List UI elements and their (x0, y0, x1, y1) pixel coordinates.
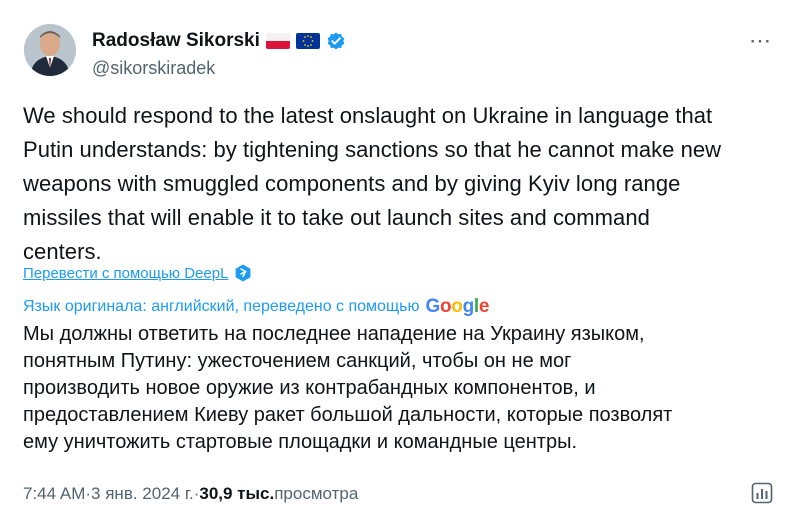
author-block: Radosław Sikorski @sikorskiradek (92, 28, 346, 79)
views-label: просмотра (274, 484, 359, 503)
user-handle[interactable]: @sikorskiradek (92, 58, 346, 79)
google-logo-letter: e (478, 296, 490, 317)
analytics-icon[interactable] (750, 481, 774, 505)
eu-flag-icon (295, 33, 320, 49)
avatar-portrait (24, 24, 76, 76)
tweet-text: We should respond to the latest onslaugh… (23, 103, 722, 264)
translate-deepl-link[interactable]: Перевести с помощью DeepL (23, 264, 252, 282)
display-name[interactable]: Radosław Sikorski (92, 30, 260, 52)
translate-link-label: Перевести с помощью DeepL (23, 264, 229, 282)
avatar[interactable] (24, 24, 76, 76)
translated-text: Мы должны ответить на последнее нападени… (23, 323, 673, 453)
google-logo: Google (425, 296, 489, 318)
google-logo-letter: o (451, 296, 463, 317)
poland-flag-icon (265, 33, 290, 49)
google-logo-letter: o (439, 296, 452, 317)
tweet-meta: 7:44 AM · 3 янв. 2024 г. · 30,9 тыс. про… (23, 484, 358, 504)
views-count: 30,9 тыс. (199, 484, 275, 503)
tweet-date[interactable]: 3 янв. 2024 г. (91, 484, 194, 504)
deepl-icon (234, 264, 252, 282)
tweet-time[interactable]: 7:44 AM (23, 484, 85, 504)
name-row: Radosław Sikorski (92, 28, 346, 54)
verified-badge-icon[interactable] (326, 31, 346, 51)
google-logo-letter: g (462, 296, 475, 317)
translation-note-text: Язык оригинала: английский, переведено с… (23, 298, 420, 315)
google-logo-letter: G (425, 296, 440, 317)
more-options-icon[interactable]: ⋯ (749, 30, 772, 52)
translation-note: Язык оригинала: английский, переведено с… (23, 296, 489, 318)
